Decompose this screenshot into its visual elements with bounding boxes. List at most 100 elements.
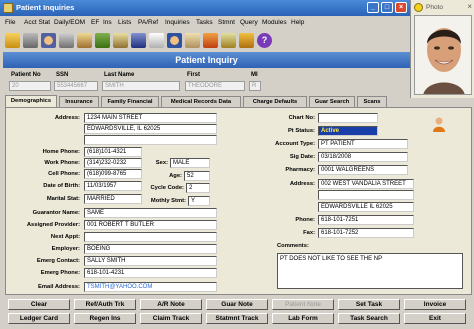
pharmacy-address-line1-field[interactable]: 002 WEST VANDALIA STREET: [318, 179, 414, 189]
menu-tasks[interactable]: Tasks: [196, 19, 213, 26]
user-icon[interactable]: [41, 33, 56, 48]
task-search-button[interactable]: Task Search: [338, 313, 400, 324]
exit-button[interactable]: Exit: [404, 313, 466, 324]
maximize-button[interactable]: □: [381, 2, 393, 13]
patient-no-field[interactable]: 20: [9, 81, 51, 91]
photo-close-icon[interactable]: ×: [467, 2, 472, 11]
age-label: Age:: [169, 173, 182, 179]
book-icon[interactable]: [149, 33, 164, 48]
email-label: Email Address:: [38, 284, 80, 290]
lab-form-button[interactable]: Lab Form: [272, 313, 334, 324]
menu-acct-stat[interactable]: Acct Stat: [24, 19, 50, 26]
patient-note-button[interactable]: Patient Note: [272, 299, 334, 310]
photo-title-bar: Photo ×: [411, 2, 474, 14]
tools-icon[interactable]: [239, 33, 254, 48]
regen-ins-button[interactable]: Regen Ins: [74, 313, 136, 324]
first-name-field[interactable]: THEODORE: [185, 81, 245, 91]
clear-button[interactable]: Clear: [8, 299, 70, 310]
pharmacy-phone-field[interactable]: 618-101-7251: [318, 215, 414, 225]
invoice-button[interactable]: Invoice: [404, 299, 466, 310]
ssn-field[interactable]: 553445667: [54, 81, 98, 91]
pt-status-label: Pt Status:: [287, 128, 315, 134]
pharmacy-field[interactable]: 0001 WALGREENS: [318, 165, 408, 175]
set-task-button[interactable]: Set Task: [338, 299, 400, 310]
tab-medical-records-data[interactable]: Medical Records Data: [161, 96, 241, 107]
chart-no-field[interactable]: [318, 113, 378, 123]
statmnt-track-button[interactable]: Statmnt Track: [206, 313, 268, 324]
tab-demographics[interactable]: Demographics: [5, 95, 57, 107]
menu-modules[interactable]: Modules: [262, 19, 287, 26]
address-line2-field[interactable]: EDWARDSVILLE, IL 62025: [84, 124, 217, 134]
menu-pa-ref[interactable]: PA/Ref: [138, 19, 158, 26]
comments-textarea[interactable]: PT DOES NOT LIKE TO SEE THE NP: [277, 253, 463, 289]
employer-field[interactable]: BOEING: [84, 244, 217, 254]
home-icon[interactable]: [5, 33, 20, 48]
calendar-icon[interactable]: [131, 33, 146, 48]
folder-icon[interactable]: [77, 33, 92, 48]
photo-window: Photo ×: [410, 0, 474, 98]
edit-icon[interactable]: [221, 33, 236, 48]
menu-lists[interactable]: Lists: [118, 19, 131, 26]
age-field[interactable]: 52: [184, 171, 210, 181]
address-line3-field[interactable]: [84, 135, 217, 145]
photo-label: Photo: [426, 4, 443, 11]
menu-file[interactable]: File: [5, 19, 15, 26]
tab-insurance[interactable]: Insurance: [59, 96, 99, 107]
provider-field[interactable]: 001 ROBERT T BUTLER: [84, 220, 217, 230]
menu-ins[interactable]: Ins: [103, 19, 112, 26]
dob-label: Date of Birth:: [43, 183, 80, 189]
menu-help[interactable]: Help: [291, 19, 304, 26]
emerg-phone-field[interactable]: 618-101-4231: [84, 268, 217, 278]
dob-field[interactable]: 11/03/1957: [84, 181, 142, 191]
guar-note-button[interactable]: Guar Note: [206, 299, 268, 310]
home-phone-field[interactable]: (618)101-4321: [84, 147, 142, 157]
ref-auth-trk-button[interactable]: Ref/Auth Trk: [74, 299, 136, 310]
cell-phone-field[interactable]: (618)099-8765: [84, 169, 142, 179]
marital-status-field[interactable]: MARRIED: [84, 194, 142, 204]
tab-family-financial[interactable]: Family Financial: [101, 96, 159, 107]
work-phone-field[interactable]: (314)232-0232: [84, 158, 142, 168]
mi-field[interactable]: R: [249, 81, 261, 91]
email-field[interactable]: TSMITH@YAHOO.COM: [84, 282, 217, 292]
notes-icon[interactable]: [113, 33, 128, 48]
gear-icon[interactable]: [59, 33, 74, 48]
patient-user-icon: [433, 117, 445, 132]
doctor-icon[interactable]: [167, 33, 182, 48]
printer-icon[interactable]: [23, 33, 38, 48]
account-type-field[interactable]: PT PATIENT: [318, 139, 408, 149]
ar-note-button[interactable]: A/R Note: [140, 299, 202, 310]
document-icon[interactable]: [185, 33, 200, 48]
menu-query[interactable]: Query: [240, 19, 258, 26]
pharmacy-address-label: Address:: [289, 181, 315, 187]
sig-date-field[interactable]: 03/18/2008: [318, 152, 408, 162]
monthly-stmt-field[interactable]: Y: [188, 196, 210, 206]
menu-ef[interactable]: EF: [91, 19, 99, 26]
last-name-field[interactable]: SMITH: [102, 81, 180, 91]
menu-stmnt[interactable]: Stmnt: [218, 19, 235, 26]
pharmacy-address-line2-field[interactable]: [318, 190, 414, 200]
tab-charge-defaults[interactable]: Charge Defaults: [243, 96, 307, 107]
menu-inquiries[interactable]: Inquiries: [165, 19, 190, 26]
tab-guar-search[interactable]: Guar Search: [309, 96, 355, 107]
address-line1-field[interactable]: 1234 MAIN STREET: [84, 113, 217, 123]
cycle-code-field[interactable]: 2: [186, 183, 210, 193]
emerg-contact-field[interactable]: SALLY SMITH: [84, 256, 217, 266]
pharmacy-address-line3-field[interactable]: EDWARDSVILLE IL 62025: [318, 202, 414, 212]
pharmacy-fax-field[interactable]: 618-101-7252: [318, 228, 414, 238]
menu-daily-eom[interactable]: Daily/EOM: [54, 19, 85, 26]
claim-track-button[interactable]: Claim Track: [140, 313, 202, 324]
money-icon[interactable]: [95, 33, 110, 48]
close-button[interactable]: ×: [395, 2, 407, 13]
ledger-card-button[interactable]: Ledger Card: [8, 313, 70, 324]
guarantor-field[interactable]: SAME: [84, 208, 217, 218]
minimize-button[interactable]: _: [367, 2, 379, 13]
pt-status-field[interactable]: Active: [318, 126, 378, 136]
next-appt-field[interactable]: [84, 232, 217, 242]
tab-scans[interactable]: Scans: [357, 96, 387, 107]
patient-photo-image: [415, 16, 471, 94]
sex-field[interactable]: MALE: [170, 158, 210, 168]
chart-no-label: Chart No:: [288, 115, 315, 121]
help-icon[interactable]: ?: [257, 33, 272, 48]
address-label: Address:: [54, 115, 80, 121]
wand-icon[interactable]: [203, 33, 218, 48]
